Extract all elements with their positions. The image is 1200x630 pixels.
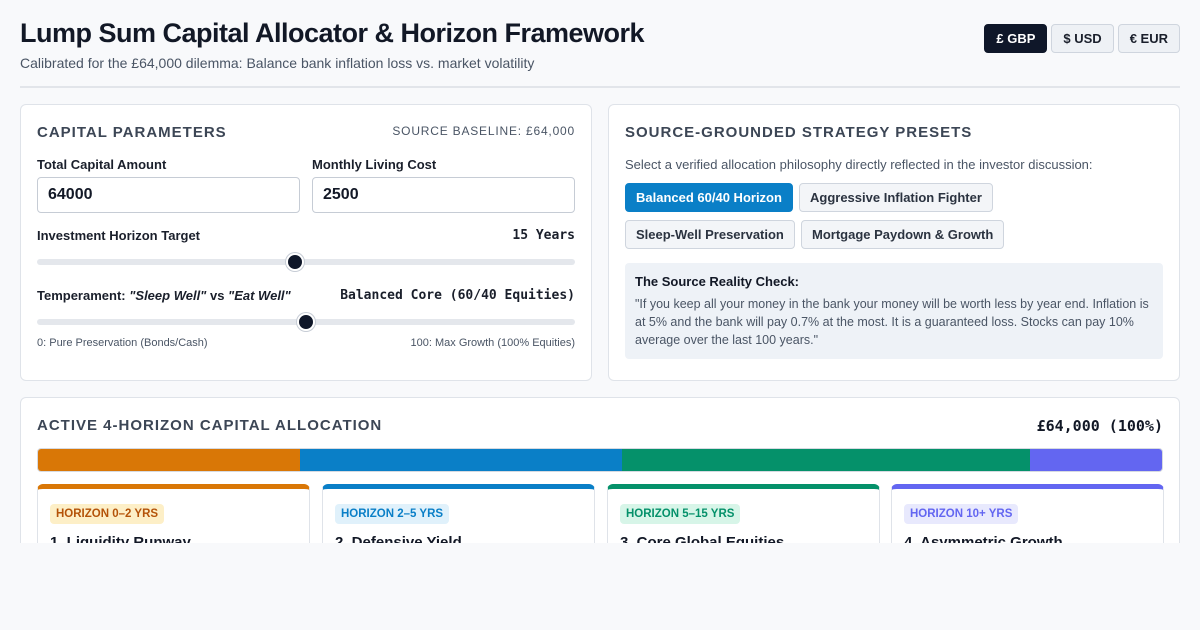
horizon-badge: HORIZON 10+ YRS bbox=[904, 504, 1019, 524]
page-title: Lump Sum Capital Allocator & Horizon Fra… bbox=[20, 18, 645, 48]
currency-gbp-button[interactable]: £ GBP bbox=[984, 24, 1048, 53]
capital-amount-label: Total Capital Amount bbox=[37, 157, 167, 172]
reality-check-quote: "If you keep all your money in the bank … bbox=[635, 297, 1149, 347]
allocation-segment-liquidity bbox=[38, 449, 300, 471]
temperament-sleep-well: "Sleep Well" bbox=[129, 288, 207, 303]
allocation-segment-defensive bbox=[299, 449, 623, 471]
temperament-slider[interactable] bbox=[37, 313, 575, 331]
allocation-title: Active 4-Horizon Capital Allocation bbox=[37, 417, 383, 434]
allocation-total: £64,000 (100%) bbox=[1036, 417, 1163, 435]
scale-max-label: 100: Max Growth (100% Equities) bbox=[410, 337, 575, 349]
currency-switcher: £ GBP $ USD € EUR bbox=[984, 24, 1180, 53]
presets-description: Select a verified allocation philosophy … bbox=[625, 157, 1093, 172]
temperament-label: Temperament: "Sleep Well" vs "Eat Well" bbox=[37, 288, 291, 303]
temperament-vs: vs bbox=[206, 288, 229, 303]
capital-parameters-card: Capital Parameters SOURCE BASELINE: £64,… bbox=[20, 104, 592, 381]
temperament-value: Balanced Core (60/40 Equities) bbox=[340, 288, 575, 303]
horizon-badge: HORIZON 5–15 YRS bbox=[620, 504, 741, 524]
allocation-segment-growth bbox=[1030, 449, 1162, 471]
temperament-eat-well: "Eat Well" bbox=[228, 288, 291, 303]
horizon-label: Investment Horizon Target bbox=[37, 228, 201, 243]
temperament-prefix: Temperament: bbox=[37, 288, 130, 303]
reality-check-box: The Source Reality Check: "If you keep a… bbox=[625, 263, 1163, 359]
horizon-slider-thumb[interactable] bbox=[286, 253, 305, 271]
capital-amount-input[interactable]: 64000 bbox=[37, 177, 300, 213]
reality-check-title: The Source Reality Check: bbox=[635, 274, 799, 289]
preset-sleep-well-button[interactable]: Sleep-Well Preservation bbox=[625, 220, 795, 249]
monthly-cost-input[interactable]: 2500 bbox=[312, 177, 575, 213]
horizon-slider[interactable] bbox=[37, 253, 575, 271]
strategy-presets-title: Source-Grounded Strategy Presets bbox=[625, 124, 973, 141]
page-subtitle: Calibrated for the £64,000 dilemma: Bala… bbox=[20, 55, 535, 71]
page-header: Lump Sum Capital Allocator & Horizon Fra… bbox=[20, 18, 1180, 88]
source-baseline: SOURCE BASELINE: £64,000 bbox=[392, 124, 575, 138]
currency-usd-button[interactable]: $ USD bbox=[1051, 24, 1114, 53]
scale-min-label: 0: Pure Preservation (Bonds/Cash) bbox=[37, 337, 208, 349]
temperament-slider-thumb[interactable] bbox=[297, 313, 315, 331]
page-background bbox=[0, 543, 1200, 630]
allocation-card: Active 4-Horizon Capital Allocation £64,… bbox=[20, 397, 1180, 564]
horizon-badge: HORIZON 2–5 YRS bbox=[335, 504, 450, 524]
allocation-bar bbox=[37, 448, 1163, 472]
capital-parameters-title: Capital Parameters bbox=[37, 124, 227, 141]
currency-eur-button[interactable]: € EUR bbox=[1117, 24, 1180, 53]
horizon-value: 15 Years bbox=[512, 228, 575, 243]
preset-aggressive-button[interactable]: Aggressive Inflation Fighter bbox=[799, 183, 993, 212]
preset-mortgage-button[interactable]: Mortgage Paydown & Growth bbox=[801, 220, 1005, 249]
horizon-badge: HORIZON 0–2 YRS bbox=[50, 504, 165, 524]
allocation-segment-equities bbox=[622, 449, 1031, 471]
preset-balanced-button[interactable]: Balanced 60/40 Horizon bbox=[625, 183, 793, 212]
monthly-cost-label: Monthly Living Cost bbox=[312, 157, 437, 172]
strategy-presets-card: Source-Grounded Strategy Presets Select … bbox=[608, 104, 1180, 381]
